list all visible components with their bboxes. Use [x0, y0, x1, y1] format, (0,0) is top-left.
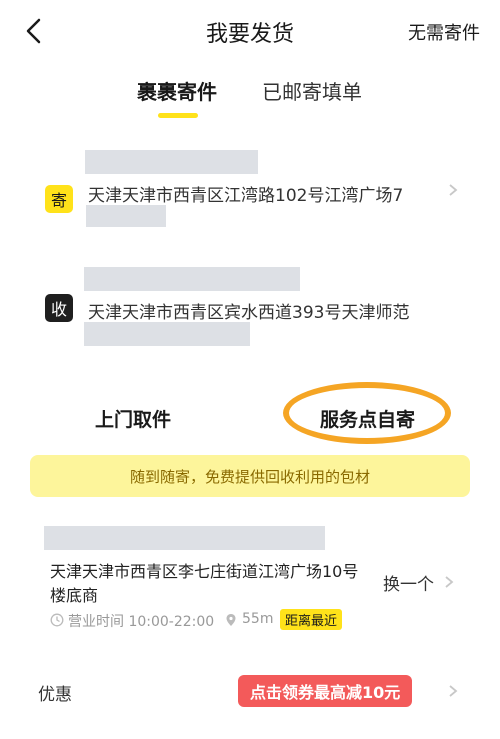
sender-name-redacted [85, 150, 258, 174]
highlight-circle [283, 382, 451, 444]
receiver-address-redacted [84, 322, 250, 346]
business-hours: 营业时间 10:00-22:00 [68, 614, 215, 630]
sender-chevron-right-icon[interactable] [446, 183, 460, 197]
change-service-point-button[interactable]: 换一个 [383, 570, 434, 595]
clock-icon [50, 613, 64, 627]
receiver-address[interactable]: 天津天津市西青区宾水西道393号天津师范 [88, 298, 409, 323]
discount-chevron-right-icon[interactable] [446, 684, 460, 698]
active-tab-indicator [158, 113, 198, 118]
coupon-button[interactable]: 点击领券最高减10元 [238, 675, 413, 707]
receiver-badge: 收 [45, 294, 73, 322]
nearest-tag: 距离最近 [280, 609, 343, 630]
receiver-name-redacted [84, 267, 300, 291]
no-need-button[interactable]: 无需寄件 [408, 19, 480, 45]
service-point-address: 天津天津市西青区李七庄街道江湾广场10号楼底商 [50, 562, 359, 605]
info-banner: 随到随寄，免费提供回收利用的包材 [30, 455, 470, 497]
distance: 55m [242, 611, 274, 627]
door-pickup-option[interactable]: 上门取件 [95, 405, 171, 432]
discount-label: 优惠 [38, 685, 72, 705]
sender-address[interactable]: 天津天津市西青区江湾路102号江湾广场7 [88, 181, 403, 206]
sender-address-redacted [86, 205, 166, 227]
tab-mailed-form[interactable]: 已邮寄填单 [262, 76, 362, 105]
sender-badge: 寄 [45, 185, 73, 213]
change-chevron-right-icon[interactable] [442, 575, 456, 589]
service-point-name-redacted [44, 526, 325, 550]
tab-guoguo-send[interactable]: 裹裹寄件 [137, 76, 217, 105]
location-pin-icon [226, 614, 236, 626]
